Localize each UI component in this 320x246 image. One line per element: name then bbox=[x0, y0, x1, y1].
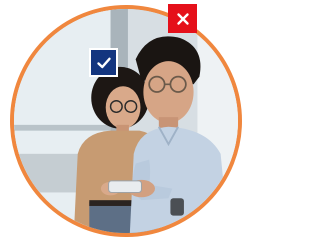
close-badge[interactable] bbox=[168, 4, 197, 33]
photo-card bbox=[0, 0, 243, 246]
close-icon bbox=[175, 11, 191, 27]
people-photo-illustration bbox=[14, 9, 238, 233]
check-icon bbox=[96, 55, 112, 71]
profile-photo bbox=[10, 5, 242, 237]
check-badge[interactable] bbox=[89, 48, 118, 77]
